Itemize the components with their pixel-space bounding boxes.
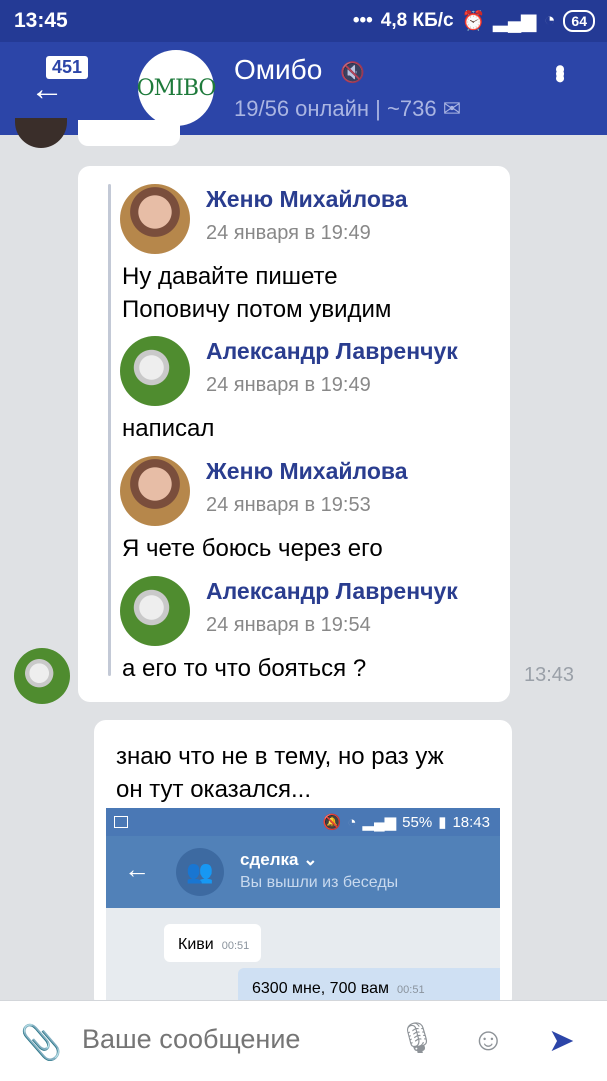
status-time: 13:45: [14, 9, 68, 32]
chevron-down-icon: ⌄: [303, 850, 318, 869]
send-icon[interactable]: ➤: [548, 1021, 575, 1059]
battery-percent: 55%: [402, 813, 433, 831]
sender-avatar[interactable]: [14, 648, 70, 704]
message-text: Ну давайте пишете: [122, 263, 338, 290]
author-avatar[interactable]: [120, 336, 190, 406]
battery-icon: ▮: [438, 814, 447, 831]
author-avatar[interactable]: [120, 184, 190, 254]
back-arrow-icon: ←: [124, 854, 150, 884]
envelope-icon: ✉: [442, 96, 462, 121]
message-input-bar: 📎 🎙 ☺ ➤: [0, 1000, 607, 1081]
author-avatar[interactable]: [120, 576, 190, 646]
screenshot-message: Киви 00:51: [164, 924, 262, 962]
message-bubble[interactable]: знаю что не в тему, но раз уж он тут ока…: [94, 720, 512, 1010]
screenshot-status-bar: 🔕 ◔ ▂▄▆ 55% ▮ 18:43: [106, 808, 500, 836]
screenshot-time: 18:43: [452, 813, 490, 831]
message-input[interactable]: [80, 1023, 384, 1056]
overflow-menu-icon[interactable]: •••: [543, 64, 576, 78]
paperclip-icon[interactable]: 📎: [20, 1023, 62, 1063]
message-text: а его то что бояться ?: [122, 655, 367, 682]
status-bar: 13:45 ••• 4,8 КБ/с ⏰ ▂▄▆ ◔ 64: [0, 0, 607, 42]
message-date: 24 января в 19:49: [206, 222, 371, 244]
message-date: 24 января в 19:53: [206, 494, 371, 516]
author-name[interactable]: Александр Лавренчук: [206, 338, 458, 365]
screenshot-chat-subtitle: Вы вышли из беседы: [240, 874, 399, 891]
unread-badge: 451: [46, 56, 89, 79]
message-date: 24 января в 19:49: [206, 374, 371, 396]
group-avatar-logo: OMIBO: [136, 75, 217, 101]
wifi-icon: ◔: [347, 813, 357, 831]
message-time: 13:43: [524, 664, 575, 686]
message-date: 24 января в 19:54: [206, 614, 371, 636]
message-text: Я чете боюсь через его: [122, 535, 383, 562]
author-name[interactable]: Женю Михайлова: [206, 186, 408, 213]
dots-icon: •••: [352, 10, 373, 31]
mute-icon: 🔕: [322, 814, 342, 831]
wifi-icon: ◔: [543, 10, 556, 31]
group-avatar[interactable]: OMIBO: [136, 50, 217, 126]
battery-icon: 64: [563, 10, 595, 32]
chat-title[interactable]: Омибо: [234, 54, 322, 86]
forward-indicator-bar: [108, 184, 111, 676]
author-name[interactable]: Женю Михайлова: [206, 458, 408, 485]
chat-subtitle: 19/56 онлайн | ~736 ✉: [234, 96, 461, 122]
muted-icon: 🔇: [340, 62, 365, 84]
group-people-icon: 👥: [176, 848, 224, 896]
screenshot-chat-title: сделка ⌄: [240, 850, 318, 869]
emoji-icon[interactable]: ☺: [472, 1021, 505, 1058]
image-icon: [114, 816, 128, 828]
alarm-icon: ⏰: [461, 11, 486, 32]
author-name[interactable]: Александр Лавренчук: [206, 578, 458, 605]
status-indicators: ••• 4,8 КБ/с ⏰ ▂▄▆ ◔ 64: [353, 9, 595, 33]
message-text: написал: [122, 415, 215, 442]
message-line: знаю что не в тему, но раз уж: [116, 743, 444, 770]
attached-screenshot[interactable]: 🔕 ◔ ▂▄▆ 55% ▮ 18:43 ← 👥 сделка ⌄ Вы вышл…: [106, 808, 500, 1010]
message-text: знаю что не в тему, но раз уж он тут ока…: [116, 740, 444, 806]
screenshot-chat-header: ← 👥 сделка ⌄ Вы вышли из беседы: [106, 836, 500, 908]
forwarded-message-bubble[interactable]: Женю Михайлова 24 января в 19:49 Ну давайт…: [78, 166, 510, 702]
message-line: он тут оказался...: [116, 776, 311, 803]
microphone-icon[interactable]: 🎙: [398, 1021, 436, 1056]
author-avatar[interactable]: [120, 456, 190, 526]
online-count: 19/56 онлайн | ~736: [234, 96, 437, 121]
message-text: Поповичу потом увидим: [122, 296, 392, 323]
signal-icon: ▂▄▆: [362, 814, 397, 831]
message-bubble: [78, 120, 180, 146]
signal-icon: ▂▄▆: [493, 10, 536, 32]
network-speed: 4,8 КБ/с: [380, 10, 454, 31]
avatar[interactable]: [15, 118, 67, 148]
